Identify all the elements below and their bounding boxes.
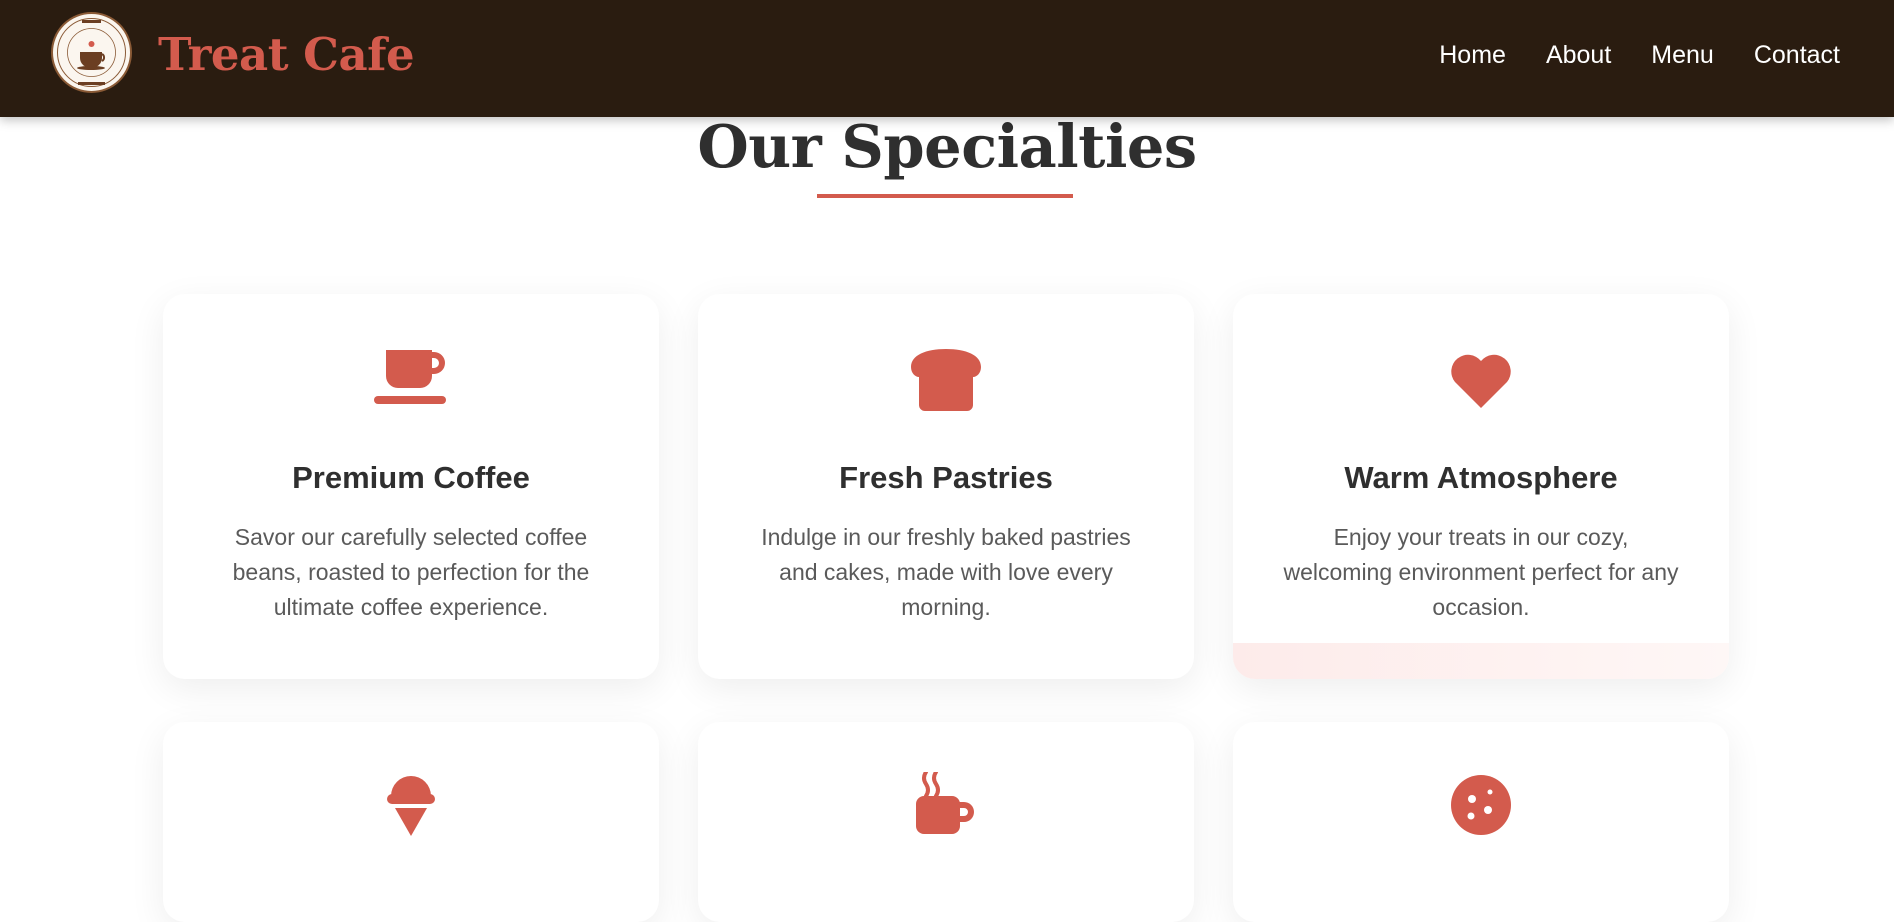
site-header: Treat Cafe Home About Menu Contact (0, 0, 1894, 117)
nav-contact[interactable]: Contact (1754, 41, 1840, 70)
nav-home[interactable]: Home (1439, 41, 1506, 70)
card-description: Savor our carefully selected coffee bean… (232, 524, 590, 620)
bread-icon (698, 349, 1194, 413)
ice-cream-icon (163, 774, 659, 838)
card-description: Indulge in our freshly baked pastries an… (761, 524, 1131, 620)
specialty-card-ice-cream (163, 722, 659, 922)
specialty-card-fresh-pastries: Fresh Pastries Indulge in our freshly ba… (698, 294, 1194, 679)
nav-menu[interactable]: Menu (1651, 41, 1714, 70)
main-nav: Home About Menu Contact (1439, 41, 1840, 70)
card-title: Warm Atmosphere (1344, 460, 1618, 495)
coffee-cup-icon (163, 350, 659, 414)
card-title: Premium Coffee (292, 460, 530, 495)
specialty-card-premium-coffee: Premium Coffee Savor our carefully selec… (163, 294, 659, 679)
cookie-icon (1233, 774, 1729, 838)
specialty-card-hot-drinks (698, 722, 1194, 922)
hot-mug-icon (698, 772, 1194, 836)
card-title: Fresh Pastries (839, 460, 1053, 495)
title-underline (817, 194, 1073, 198)
specialty-card-cookies (1233, 722, 1729, 922)
brand-name[interactable]: Treat Cafe (158, 28, 415, 81)
card-description: Enjoy your treats in our cozy, welcoming… (1283, 524, 1679, 620)
card-hover-glow (1233, 643, 1729, 679)
specialty-card-warm-atmosphere: Warm Atmosphere Enjoy your treats in our… (1233, 294, 1729, 679)
section-title: Our Specialties (697, 112, 1197, 181)
nav-about[interactable]: About (1546, 41, 1611, 70)
cafe-logo[interactable] (51, 12, 132, 93)
heart-icon (1233, 352, 1729, 416)
